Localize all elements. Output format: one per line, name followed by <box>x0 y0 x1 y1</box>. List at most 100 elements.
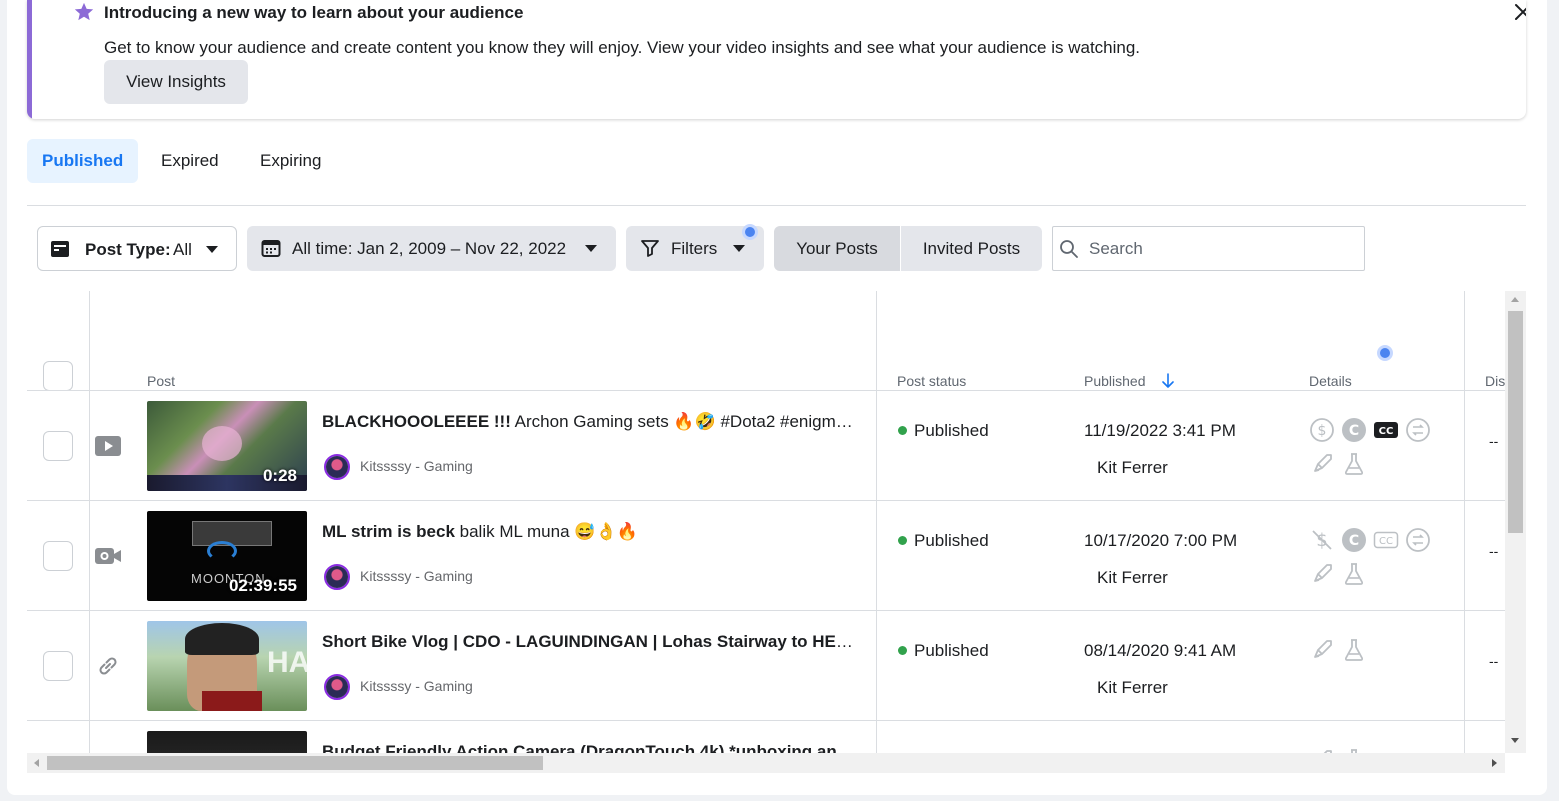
video-icon <box>95 436 121 456</box>
posts-table: Post Post status Published Details Dis 0… <box>27 291 1505 753</box>
insights-banner: Introducing a new way to learn about you… <box>27 0 1526 119</box>
your-posts-toggle[interactable]: Your Posts <box>774 226 900 271</box>
avatar <box>324 454 350 480</box>
select-all-checkbox[interactable] <box>43 361 73 391</box>
sort-descending-icon[interactable] <box>1161 373 1175 389</box>
table-row[interactable]: MOONTON 02:39:55 ML strim is beck balik … <box>27 501 1505 611</box>
post-thumbnail[interactable] <box>147 731 307 753</box>
calendar-icon <box>261 240 281 257</box>
column-header-dis[interactable]: Dis <box>1485 373 1505 389</box>
scroll-right-arrow-icon[interactable] <box>1492 759 1497 767</box>
scroll-down-arrow-icon[interactable] <box>1511 738 1519 743</box>
filters-label: Filters <box>671 239 718 258</box>
tab-expired[interactable]: Expired <box>146 139 234 183</box>
published-date: 10/17/2020 7:00 PM <box>1084 531 1238 550</box>
published-date: 08/14/2020 9:41 AM <box>1084 641 1237 660</box>
view-insights-button[interactable]: View Insights <box>104 60 248 104</box>
vertical-scrollbar[interactable] <box>1505 291 1526 753</box>
test-flask-icon[interactable] <box>1341 637 1367 663</box>
post-status: Published <box>914 421 989 440</box>
avatar <box>324 674 350 700</box>
tab-published[interactable]: Published <box>27 139 139 183</box>
boost-rocket-icon[interactable] <box>1309 451 1335 477</box>
svg-text:CC: CC <box>1379 426 1394 437</box>
published-date: 11/19/2022 3:41 PM <box>1084 421 1236 440</box>
svg-text:C: C <box>1349 533 1359 549</box>
post-title[interactable]: ML strim is beck balik ML muna 😅👌🔥 <box>322 522 862 542</box>
video-duration: 0:28 <box>262 466 297 485</box>
row-checkbox[interactable] <box>43 651 73 681</box>
chevron-down-icon <box>206 246 218 253</box>
status-dot <box>898 426 907 435</box>
post-type-label: Post Type: <box>85 240 171 259</box>
date-range-dropdown[interactable]: All time: Jan 2, 2009 – Nov 22, 2022 <box>247 226 616 271</box>
scroll-left-arrow-icon[interactable] <box>34 759 39 767</box>
search-input[interactable] <box>1089 227 1359 270</box>
svg-text:C: C <box>1349 423 1359 439</box>
details-notification-dot <box>1377 345 1393 361</box>
table-row[interactable]: 0:28 BLACKHOOOLEEEE !!! Archon Gaming se… <box>27 391 1505 501</box>
copyright-icon[interactable]: C <box>1341 527 1367 553</box>
page-name: Kitssssy - Gaming <box>360 458 473 474</box>
post-thumbnail[interactable]: MOONTON 02:39:55 <box>147 511 307 601</box>
avatar <box>324 564 350 590</box>
column-header-status[interactable]: Post status <box>897 373 966 389</box>
post-title[interactable]: BLACKHOOOLEEEE !!! Archon Gaming sets 🔥🤣… <box>322 412 862 432</box>
search-box[interactable] <box>1052 226 1365 271</box>
banner-accent-bar <box>27 0 32 119</box>
published-by: Kit Ferrer <box>1097 458 1168 477</box>
invited-posts-toggle[interactable]: Invited Posts <box>901 226 1042 271</box>
post-thumbnail[interactable]: 0:28 <box>147 401 307 491</box>
table-row[interactable]: HA Short Bike Vlog | CDO - LAGUINDINGAN … <box>27 611 1505 721</box>
column-header-details[interactable]: Details <box>1309 373 1352 389</box>
row-checkbox[interactable] <box>43 541 73 571</box>
page-name: Kitssssy - Gaming <box>360 568 473 584</box>
column-header-published[interactable]: Published <box>1084 373 1146 389</box>
date-range-label: All time: Jan 2, 2009 – Nov 22, 2022 <box>292 239 567 258</box>
page-name: Kitssssy - Gaming <box>360 678 473 694</box>
svg-text:$: $ <box>1318 423 1327 439</box>
close-icon[interactable] <box>1511 0 1526 24</box>
post-type-value: All <box>173 240 192 259</box>
published-by: Kit Ferrer <box>1097 568 1168 587</box>
search-icon <box>1060 240 1078 258</box>
crosspost-icon[interactable] <box>1405 527 1431 553</box>
row-checkbox[interactable] <box>43 431 73 461</box>
column-header-post[interactable]: Post <box>147 373 175 389</box>
post-type-icon <box>51 241 69 257</box>
post-title[interactable]: Budget Friendly Action Camera (DragonTou… <box>322 742 862 753</box>
test-flask-icon[interactable] <box>1341 451 1367 477</box>
video-duration: 02:39:55 <box>228 576 297 595</box>
published-by: Kit Ferrer <box>1097 678 1168 697</box>
chevron-down-icon <box>585 245 597 252</box>
post-status: Published <box>914 641 989 660</box>
monetization-icon[interactable]: $ <box>1309 417 1335 443</box>
captions-icon[interactable]: CC <box>1373 527 1399 553</box>
dis-value: -- <box>1489 543 1499 559</box>
filter-icon <box>641 240 659 257</box>
tabs-divider <box>27 205 1526 206</box>
horizontal-scrollbar[interactable] <box>27 753 1505 773</box>
status-dot <box>898 646 907 655</box>
crosspost-icon[interactable] <box>1405 417 1431 443</box>
post-thumbnail[interactable]: HA <box>147 621 307 711</box>
live-video-icon <box>95 548 121 564</box>
tab-expiring[interactable]: Expiring <box>245 139 336 183</box>
link-icon <box>99 657 117 675</box>
scroll-up-arrow-icon[interactable] <box>1511 297 1519 302</box>
dis-value: -- <box>1489 433 1499 449</box>
post-title[interactable]: Short Bike Vlog | CDO - LAGUINDINGAN | L… <box>322 632 862 652</box>
test-flask-icon[interactable] <box>1341 561 1367 587</box>
dis-value: -- <box>1489 653 1499 669</box>
boost-rocket-icon[interactable] <box>1309 637 1335 663</box>
status-dot <box>898 536 907 545</box>
table-row[interactable]: Budget Friendly Action Camera (DragonTou… <box>27 721 1505 753</box>
banner-title: Introducing a new way to learn about you… <box>104 3 524 22</box>
boost-rocket-icon[interactable] <box>1309 561 1335 587</box>
post-type-dropdown[interactable]: Post Type: All <box>37 226 237 271</box>
horizontal-scroll-thumb[interactable] <box>47 756 543 770</box>
monetization-off-icon[interactable]: $ <box>1309 527 1335 553</box>
vertical-scroll-thumb[interactable] <box>1508 311 1523 533</box>
copyright-icon[interactable]: C <box>1341 417 1367 443</box>
captions-icon[interactable]: CC <box>1373 417 1399 443</box>
